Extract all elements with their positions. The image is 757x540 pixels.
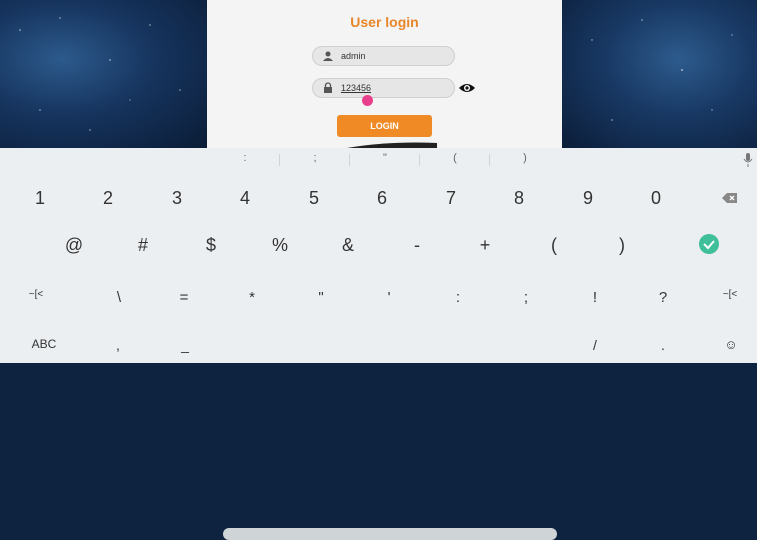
key-1[interactable]: 1 bbox=[20, 188, 60, 209]
key-percent[interactable]: % bbox=[260, 235, 300, 256]
key-backslash[interactable]: \ bbox=[99, 289, 139, 306]
key-7[interactable]: 7 bbox=[431, 188, 471, 209]
background-sky-left bbox=[0, 0, 207, 148]
check-icon bbox=[703, 240, 715, 250]
password-field[interactable]: 123456 bbox=[312, 78, 455, 98]
key-9[interactable]: 9 bbox=[568, 188, 608, 209]
username-value: admin bbox=[341, 51, 366, 61]
emoji-icon[interactable]: ☺ bbox=[711, 337, 751, 352]
key-at[interactable]: @ bbox=[54, 235, 94, 256]
key-ampersand[interactable]: & bbox=[328, 235, 368, 256]
key-comma[interactable]: , bbox=[98, 337, 138, 353]
key-equals[interactable]: = bbox=[164, 289, 204, 306]
user-icon bbox=[323, 51, 333, 61]
key-5[interactable]: 5 bbox=[294, 188, 334, 209]
key-close-paren[interactable]: ) bbox=[602, 235, 642, 256]
done-check-button[interactable] bbox=[699, 234, 719, 254]
password-value: 123456 bbox=[341, 83, 372, 93]
key-abc[interactable]: ABC bbox=[24, 337, 64, 351]
separator bbox=[279, 154, 280, 166]
background-sky-right bbox=[562, 0, 757, 148]
suggestion-close-paren[interactable]: ) bbox=[515, 152, 535, 164]
lock-icon bbox=[324, 82, 332, 93]
login-panel: User login admin 123456 LOGIN bbox=[207, 0, 562, 148]
key-colon[interactable]: : bbox=[438, 289, 478, 306]
key-more-symbols-right[interactable]: ~[< bbox=[710, 289, 750, 300]
key-semicolon[interactable]: ; bbox=[506, 289, 546, 306]
key-6[interactable]: 6 bbox=[362, 188, 402, 209]
separator bbox=[349, 154, 350, 166]
logo-graphic bbox=[347, 142, 437, 148]
key-apostrophe[interactable]: ' bbox=[369, 289, 409, 306]
key-3[interactable]: 3 bbox=[157, 188, 197, 209]
stars-decoration bbox=[591, 19, 733, 121]
separator bbox=[419, 154, 420, 166]
key-4[interactable]: 4 bbox=[225, 188, 265, 209]
eye-icon[interactable] bbox=[458, 80, 476, 96]
suggestion-open-paren[interactable]: ( bbox=[445, 152, 465, 164]
microphone-icon[interactable] bbox=[743, 153, 753, 167]
suggestion-strip: : ; " ( ) bbox=[0, 148, 757, 172]
key-8[interactable]: 8 bbox=[499, 188, 539, 209]
key-asterisk[interactable]: * bbox=[232, 289, 272, 306]
key-underscore[interactable]: _ bbox=[165, 337, 205, 353]
username-field[interactable]: admin bbox=[312, 46, 455, 66]
key-period[interactable]: . bbox=[643, 337, 683, 353]
separator bbox=[489, 154, 490, 166]
suggestion-quote[interactable]: " bbox=[375, 152, 395, 164]
key-2[interactable]: 2 bbox=[88, 188, 128, 209]
text-cursor-handle[interactable] bbox=[362, 95, 373, 106]
suggestion-colon[interactable]: : bbox=[235, 152, 255, 164]
key-minus[interactable]: - bbox=[397, 235, 437, 256]
key-exclamation[interactable]: ! bbox=[575, 289, 615, 306]
key-open-paren[interactable]: ( bbox=[534, 235, 574, 256]
spacebar[interactable] bbox=[223, 528, 557, 540]
suggestion-semicolon[interactable]: ; bbox=[305, 152, 325, 164]
key-question[interactable]: ? bbox=[643, 289, 683, 306]
on-screen-keyboard: : ; " ( ) 1 2 3 4 5 6 7 8 9 0 @ # $ % & … bbox=[0, 148, 757, 540]
key-slash[interactable]: / bbox=[575, 337, 615, 353]
backspace-icon[interactable] bbox=[722, 192, 738, 204]
key-dollar[interactable]: $ bbox=[191, 235, 231, 256]
stars-decoration bbox=[19, 17, 181, 131]
key-plus[interactable]: + bbox=[465, 235, 505, 256]
key-0[interactable]: 0 bbox=[636, 188, 676, 209]
login-title: User login bbox=[350, 14, 419, 30]
key-double-quote[interactable]: " bbox=[301, 289, 341, 306]
key-more-symbols[interactable]: ~[< bbox=[16, 289, 56, 300]
key-hash[interactable]: # bbox=[123, 235, 163, 256]
